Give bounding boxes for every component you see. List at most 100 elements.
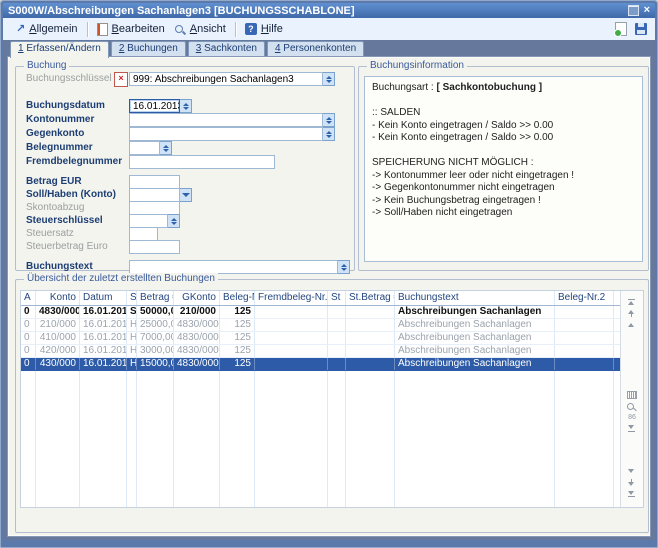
gegenkonto-field[interactable]: [129, 127, 335, 141]
column-header-beleg-nr-2[interactable]: Beleg-Nr.2: [555, 291, 614, 305]
column-header-st-betrag-[interactable]: St.Betrag €: [346, 291, 395, 305]
column-header-gkonto[interactable]: GKonto: [174, 291, 220, 305]
buchungstext-field[interactable]: [129, 260, 350, 274]
calc-icon[interactable]: 86: [626, 414, 638, 421]
table-cell-empty: [127, 467, 137, 479]
table-empty-row[interactable]: [21, 431, 620, 443]
table-empty-row[interactable]: [21, 383, 620, 395]
column-header-konto[interactable]: Konto: [36, 291, 80, 305]
table-empty-row[interactable]: [21, 467, 620, 479]
menu-item-allgemein[interactable]: ↗Allgemein: [11, 21, 83, 37]
soll-haben-field[interactable]: [129, 188, 192, 202]
new-document-button[interactable]: [615, 22, 627, 36]
table-cell: 3000,00: [137, 345, 174, 357]
menu-item-bearbeiten[interactable]: Bearbeiten: [92, 21, 170, 38]
table-cell-empty: [395, 491, 555, 503]
steuersatz-input[interactable]: [129, 227, 158, 241]
scroll-last-icon[interactable]: [627, 490, 637, 497]
buchungsschluessel-spinner[interactable]: [323, 72, 335, 86]
steuerschluessel-spinner[interactable]: [168, 214, 180, 228]
fremdbelegnummer-input[interactable]: [129, 155, 275, 169]
betrag-eur-input[interactable]: [129, 175, 180, 189]
table-row[interactable]: 0420/00016.01.2013H3000,004830/000125Abs…: [21, 345, 620, 358]
skontoabzug-input[interactable]: [129, 201, 180, 215]
table-empty-row[interactable]: [21, 443, 620, 455]
steuersatz-field[interactable]: [129, 227, 158, 241]
buchungstext-spinner[interactable]: [338, 260, 350, 274]
belegnummer-input[interactable]: [129, 141, 160, 155]
steuerschluessel-input[interactable]: [129, 214, 168, 228]
steuerbetrag-euro-field[interactable]: [129, 240, 180, 254]
buchungsschluessel-label: Buchungsschlüssel: [26, 73, 112, 84]
table-empty-row[interactable]: [21, 455, 620, 467]
table-empty-row[interactable]: [21, 419, 620, 431]
table-row[interactable]: 0430/00016.01.2013H15000,004830/000125Ab…: [21, 358, 620, 371]
scroll-first-icon[interactable]: [627, 299, 637, 306]
column-header-betrag-[interactable]: Betrag €: [137, 291, 174, 305]
table-empty-row[interactable]: [21, 371, 620, 383]
buchungstext-input[interactable]: [129, 260, 338, 274]
column-header-datum[interactable]: Datum: [80, 291, 127, 305]
column-header-st[interactable]: St: [328, 291, 346, 305]
menu-item-ansicht[interactable]: Ansicht: [170, 21, 231, 37]
table-cell-empty: [346, 371, 395, 383]
close-window-button[interactable]: ×: [644, 5, 650, 16]
table-empty-row[interactable]: [21, 491, 620, 503]
tab-3-sachkonten[interactable]: 3 Sachkonten: [188, 41, 265, 56]
buchungsdatum-input[interactable]: 16.01.2013: [129, 99, 180, 113]
table-empty-row[interactable]: [21, 407, 620, 419]
menu-separator: [235, 22, 236, 37]
form-row-belegnummer: Belegnummer: [16, 141, 354, 156]
soll-haben-dropdown-button[interactable]: [180, 188, 192, 202]
tab-1-erfassen-ndern[interactable]: 1 Erfassen/Ändern: [10, 41, 109, 58]
restore-window-button[interactable]: [628, 5, 639, 16]
table-cell: 16.01.2013: [80, 358, 127, 370]
table-empty-row[interactable]: [21, 479, 620, 491]
table-row[interactable]: 0210/00016.01.2013H25000,004830/000125Ab…: [21, 319, 620, 332]
scroll-up-icon[interactable]: [627, 321, 637, 328]
gegenkonto-spinner[interactable]: [323, 127, 335, 141]
table-empty-row[interactable]: [21, 395, 620, 407]
buchungsdatum-field[interactable]: 16.01.2013: [129, 99, 192, 113]
form-row-buchungsschluessel: Buchungsschlüssel×999: Abschreibungen Sa…: [16, 72, 354, 87]
kontonummer-spinner[interactable]: [323, 113, 335, 127]
scroll-pageup-icon[interactable]: [627, 310, 637, 317]
belegnummer-field[interactable]: [129, 141, 172, 155]
column-header-buchungstext[interactable]: Buchungstext: [395, 291, 555, 305]
betrag-eur-field[interactable]: [129, 175, 180, 189]
buchungsdatum-spinner[interactable]: [180, 99, 192, 113]
kontonummer-input[interactable]: [129, 113, 323, 127]
columns-icon[interactable]: [627, 391, 637, 399]
buchungsschluessel-field[interactable]: 999: Abschreibungen Sachanlagen3: [129, 72, 335, 86]
steuerbetrag-euro-input[interactable]: [129, 240, 180, 254]
steuerschluessel-label: Steuerschlüssel: [26, 215, 103, 226]
column-header-s[interactable]: S: [127, 291, 137, 305]
clear-buchungsschluessel-button[interactable]: ×: [114, 72, 128, 87]
column-header-beleg-nr-[interactable]: Beleg-Nr.: [220, 291, 255, 305]
tab-2-buchungen[interactable]: 2 Buchungen: [111, 41, 186, 56]
fremdbelegnummer-field[interactable]: [129, 155, 275, 169]
table-row[interactable]: 0410/00016.01.2013H7000,004830/000125Abs…: [21, 332, 620, 345]
skontoabzug-field[interactable]: [129, 201, 180, 215]
gegenkonto-input[interactable]: [129, 127, 323, 141]
save-button[interactable]: [635, 23, 647, 35]
table-cell-empty: [36, 371, 80, 383]
scroll-pagedown-icon[interactable]: [627, 479, 637, 486]
search-icon[interactable]: [627, 403, 637, 410]
table-row[interactable]: 04830/00016.01.2013S50000,00210/000125Ab…: [21, 306, 620, 319]
steuerschluessel-field[interactable]: [129, 214, 180, 228]
scroll-down-icon[interactable]: [627, 468, 637, 475]
filter-icon[interactable]: [627, 425, 637, 432]
table-empty-row[interactable]: [21, 503, 620, 507]
table-cell: 16.01.2013: [80, 332, 127, 344]
spin-up-icon: [341, 264, 347, 267]
buchungsschluessel-input[interactable]: 999: Abschreibungen Sachanlagen3: [129, 72, 323, 86]
table-cell-empty: [174, 407, 220, 419]
kontonummer-field[interactable]: [129, 113, 335, 127]
belegnummer-spinner[interactable]: [160, 141, 172, 155]
menu-item-hilfe[interactable]: Hilfe: [240, 21, 288, 37]
column-header-a[interactable]: A: [21, 291, 36, 305]
column-header-fremdbeleg-nr-[interactable]: Fremdbeleg-Nr.: [255, 291, 328, 305]
tab-4-personenkonten[interactable]: 4 Personenkonten: [267, 41, 364, 56]
soll-haben-input[interactable]: [129, 188, 180, 202]
